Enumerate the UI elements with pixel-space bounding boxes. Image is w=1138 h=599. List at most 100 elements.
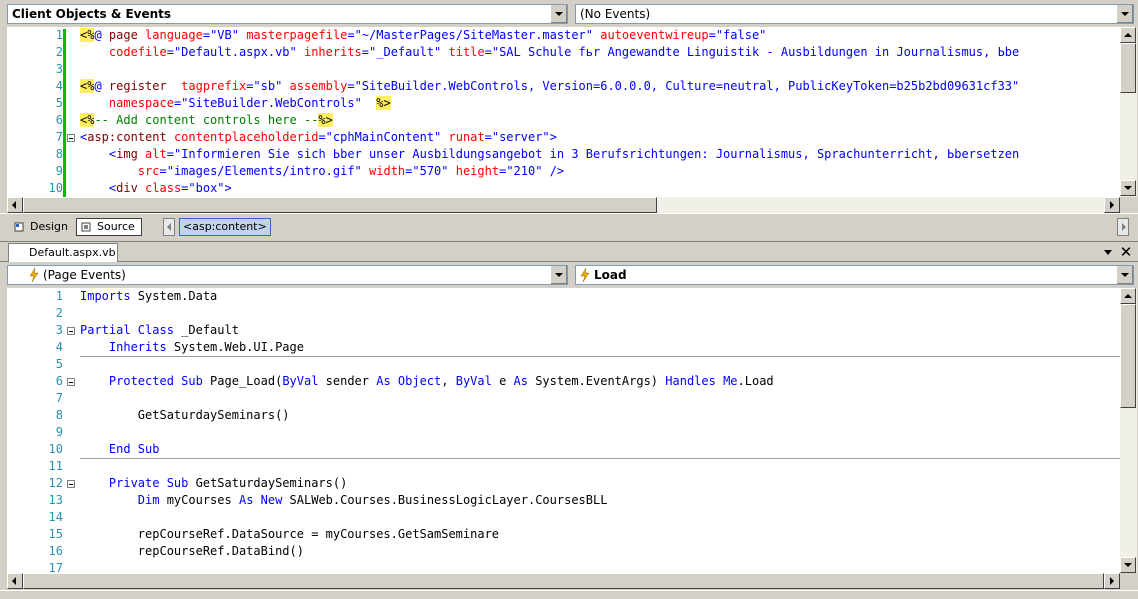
scroll-left-arrow-icon[interactable] (7, 197, 23, 213)
line-number: 10 (48, 442, 63, 456)
code-line: codefile="Default.aspx.vb" inherits="_De… (108, 45, 1020, 59)
line-number: 4 (55, 340, 63, 354)
line-number: 1 (55, 289, 63, 303)
scroll-down-arrow-icon[interactable] (1120, 180, 1136, 196)
line-number: 11 (48, 459, 63, 473)
scroll-right-arrow-icon[interactable] (1104, 573, 1120, 589)
markup-vertical-scrollbar[interactable] (1120, 27, 1137, 197)
scroll-thumb[interactable] (1120, 304, 1136, 408)
markup-editor[interactable]: 1 <%@ page language="VB" masterpagefile="… (7, 27, 1120, 197)
code-line: Dim myCourses As New SALWeb.Courses.Busi… (137, 493, 608, 507)
scrollbar-corner (1120, 573, 1137, 589)
code-editor[interactable]: 1 Imports System.Data 2 3 Partial Class _Def… (7, 288, 1120, 573)
line-number: 3 (55, 62, 63, 76)
line-number: 1 (55, 28, 63, 42)
code-line: repCourseRef.DataSource = myCourses.GetS… (80, 527, 500, 541)
scroll-up-arrow-icon[interactable] (1120, 288, 1136, 304)
close-icon[interactable]: ✕ (1118, 243, 1134, 261)
line-number: 9 (55, 164, 63, 178)
line-number: 2 (55, 306, 63, 320)
line-number: 8 (55, 408, 63, 422)
tab-list-dropdown-icon[interactable] (1104, 250, 1112, 255)
breadcrumb-right-arrow-icon[interactable] (1117, 218, 1129, 236)
code-line: <asp:content contentplaceholderid="cphMa… (80, 130, 557, 144)
line-number: 10 (48, 181, 63, 195)
line-number: 2 (55, 45, 63, 59)
client-objects-dropdown[interactable]: Client Objects & Events (7, 4, 568, 24)
source-view-label: Source (97, 220, 135, 233)
code-horizontal-scrollbar[interactable] (7, 573, 1120, 589)
view-toolbar: Design Source <asp:content> (0, 213, 1138, 239)
design-icon (14, 222, 24, 232)
line-number: 12 (48, 476, 63, 490)
chevron-down-icon[interactable] (550, 5, 567, 23)
line-number: 16 (48, 544, 63, 558)
source-view-button[interactable]: Source (76, 218, 142, 236)
tab-default-aspx-vb[interactable]: Default.aspx.vb (8, 243, 118, 262)
line-number: 14 (48, 510, 63, 524)
code-line: GetSaturdaySeminars() (80, 408, 290, 422)
document-tab-strip: Default.aspx.vb ✕ (0, 243, 1138, 262)
scroll-thumb[interactable] (23, 573, 1104, 589)
lightning-icon (580, 268, 590, 282)
collapse-toggle-icon[interactable] (67, 480, 75, 488)
line-number: 9 (55, 425, 63, 439)
design-view-label: Design (30, 220, 68, 233)
code-line: <img alt="Informieren Sie sich Ьber unse… (108, 147, 1020, 161)
breadcrumb-left-arrow-icon[interactable] (163, 218, 175, 236)
changed-lines-indicator (63, 29, 66, 197)
scroll-right-arrow-icon[interactable] (1104, 197, 1120, 213)
events-dropdown[interactable]: (No Events) (575, 4, 1134, 24)
code-vertical-scrollbar[interactable] (1120, 288, 1137, 573)
scroll-up-arrow-icon[interactable] (1120, 27, 1136, 43)
line-number: 6 (55, 374, 63, 388)
scroll-thumb[interactable] (23, 197, 657, 213)
code-line: namespace="SiteBuilder.WebControls" %> (108, 96, 391, 110)
code-line: repCourseRef.DataBind() (80, 544, 304, 558)
code-line: <%@ register tagprefix="sb" assembly="Si… (80, 79, 1020, 93)
design-view-button[interactable]: Design (10, 219, 70, 237)
line-number: 4 (55, 79, 63, 93)
page-events-dropdown[interactable]: (Page Events) (7, 265, 568, 285)
line-number: 7 (55, 391, 63, 405)
code-line: Protected Sub Page_Load(ByVal sender As … (108, 374, 774, 388)
line-number: 8 (55, 147, 63, 161)
method-dropdown[interactable]: Load (575, 265, 1134, 285)
line-number: 5 (55, 96, 63, 110)
line-number: 15 (48, 527, 63, 541)
scroll-thumb[interactable] (1120, 43, 1136, 93)
collapse-toggle-icon[interactable] (67, 134, 75, 142)
collapse-toggle-icon[interactable] (67, 378, 75, 386)
code-line: Partial Class _Default (80, 323, 239, 337)
line-number: 17 (48, 561, 63, 573)
procedure-separator (80, 458, 1120, 459)
scroll-down-arrow-icon[interactable] (1120, 557, 1136, 573)
page-events-dropdown-value: (Page Events) (43, 268, 126, 282)
chevron-down-icon[interactable] (550, 266, 567, 284)
pane-splitter[interactable] (0, 239, 1138, 242)
code-line: <%-- Add content controls here --%> (80, 113, 333, 127)
method-dropdown-value: Load (594, 268, 627, 282)
tab-label: Default.aspx.vb (29, 246, 116, 259)
code-line: Inherits System.Web.UI.Page (108, 340, 304, 354)
client-objects-dropdown-value: Client Objects & Events (12, 7, 172, 21)
events-dropdown-value: (No Events) (580, 7, 651, 21)
procedure-separator (80, 356, 1120, 357)
line-number: 7 (55, 130, 63, 144)
line-number: 6 (55, 113, 63, 127)
breadcrumb-tag[interactable]: <asp:content> (179, 218, 271, 236)
code-line: End Sub (108, 442, 160, 456)
collapse-toggle-icon[interactable] (67, 327, 75, 335)
line-number: 3 (55, 323, 63, 337)
chevron-down-icon[interactable] (1116, 266, 1133, 284)
code-line: <%@ page language="VB" masterpagefile="~… (80, 28, 767, 42)
code-line: Imports System.Data (80, 289, 218, 303)
line-number: 13 (48, 493, 63, 507)
scroll-left-arrow-icon[interactable] (7, 573, 23, 589)
code-line: <div class="box"> (108, 181, 232, 195)
code-line: Private Sub GetSaturdaySeminars() (108, 476, 348, 490)
chevron-down-icon[interactable] (1116, 5, 1133, 23)
code-line: src="images/Elements/intro.gif" width="5… (137, 164, 565, 178)
status-strip (0, 590, 1138, 599)
markup-horizontal-scrollbar[interactable] (7, 197, 1120, 213)
